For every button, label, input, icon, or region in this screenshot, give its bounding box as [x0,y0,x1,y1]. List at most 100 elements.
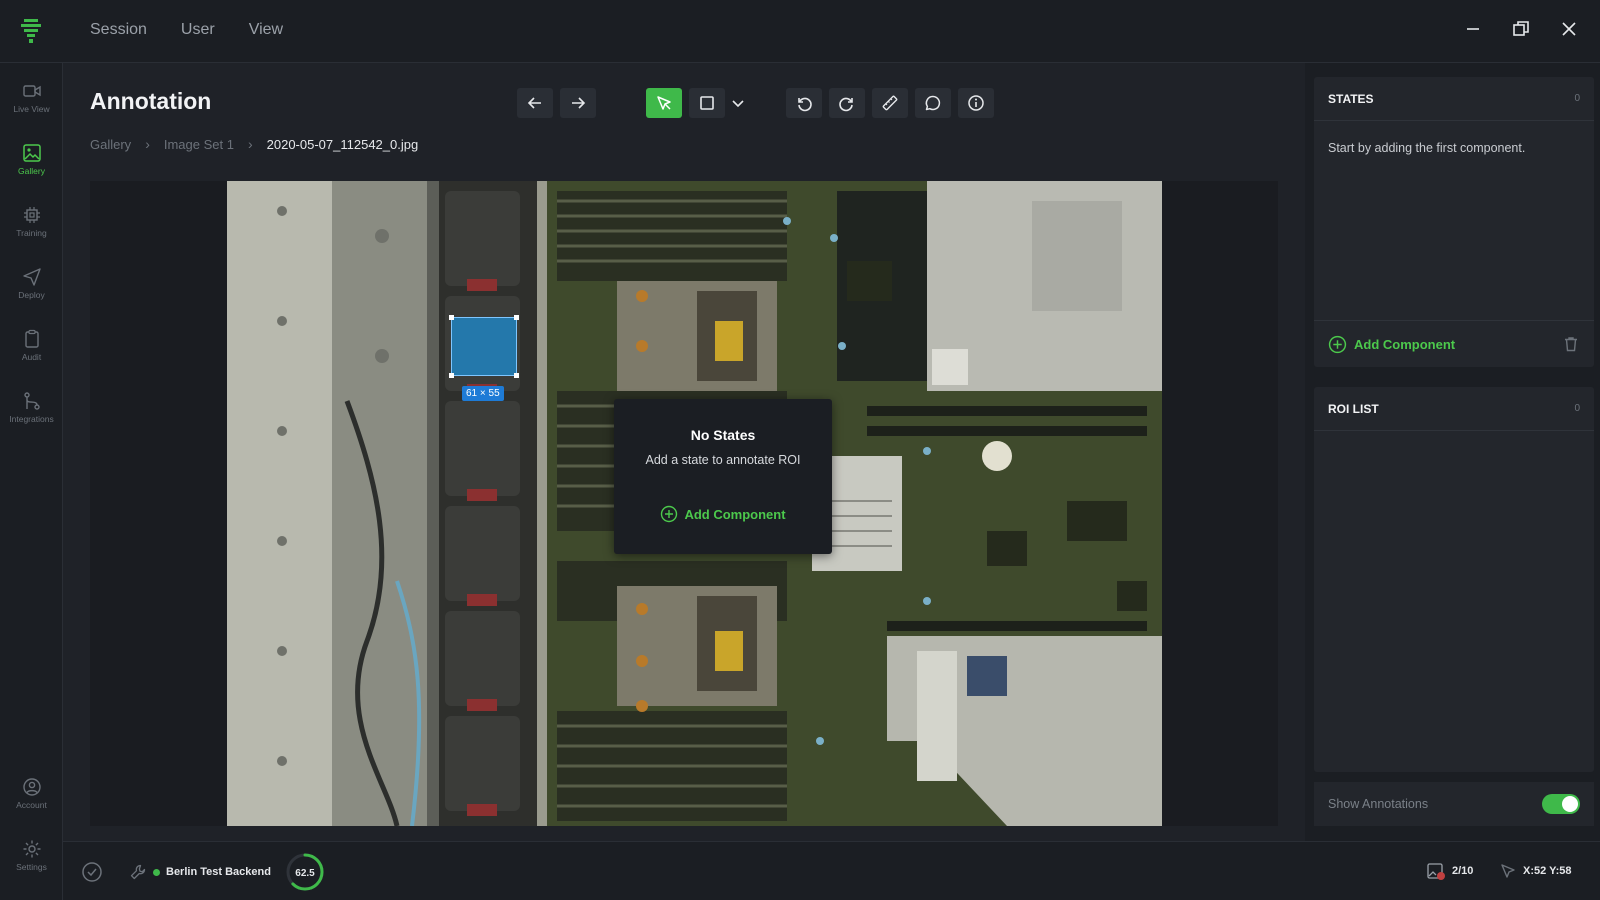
cursor-coordinates: X:52 Y:58 [1499,862,1572,880]
breadcrumb-image-set[interactable]: Image Set 1 [164,137,234,152]
backend-name: Berlin Test Backend [166,866,271,878]
chevron-right-icon: › [247,136,253,152]
sidebar-item-audit[interactable]: Audit [0,315,63,371]
toggle-knob [1562,796,1578,812]
sidebar-item-label: Settings [16,862,47,872]
add-component-label: Add Component [1354,336,1456,352]
show-annotations-row: Show Annotations [1314,782,1594,826]
popup-add-component-label: Add Component [684,506,786,522]
no-states-popup: No States Add a state to annotate ROI Ad… [614,399,832,554]
breadcrumb: Gallery › Image Set 1 › 2020-05-07_11254… [90,136,418,152]
resize-handle[interactable] [449,315,454,320]
ruler-icon [882,95,898,111]
resize-handle[interactable] [514,373,519,378]
gear-icon [23,840,40,858]
states-title: STATES [1328,91,1374,106]
roi-list-card: ROI LIST 0 [1314,387,1594,772]
arrow-right-icon [572,97,586,109]
restore-button[interactable] [1510,18,1532,40]
page-title: Annotation [90,88,212,114]
sidebar-item-label: Deploy [18,290,45,300]
image-counter: 2/10 [1426,861,1473,881]
no-states-title: No States [690,427,756,443]
comment-button[interactable] [915,88,951,118]
roi-list-count: 0 [1574,403,1580,414]
connection-dot [153,868,160,876]
show-annotations-label: Show Annotations [1328,797,1429,811]
roi-size-label: 61 × 55 [462,386,504,401]
trash-icon[interactable] [1562,335,1580,353]
sidebar-item-live-view[interactable]: Live View [0,67,63,123]
score-gauge: 62.5 [285,852,325,892]
no-states-subtitle: Add a state to annotate ROI [645,453,801,467]
send-icon [22,268,41,286]
annotation-workspace: Annotation Gallery › Image Set 1 › 2020-… [63,63,1305,841]
roi-list-header: ROI LIST 0 [1314,387,1594,431]
menu-session[interactable]: Session [90,21,147,39]
top-bar: Session User View [0,0,1600,63]
redo-button[interactable] [829,88,865,118]
image-icon [22,144,41,162]
select-tool-button[interactable] [646,88,682,118]
states-footer: Add Component [1314,320,1594,367]
image-warning-icon [1427,863,1445,880]
sidebar-item-training[interactable]: Training [0,191,63,247]
breadcrumb-file: 2020-05-07_112542_0.jpg [266,136,419,152]
redo-icon [839,97,853,112]
menu-view[interactable]: View [249,21,283,39]
chip-icon [23,207,40,223]
states-header: STATES 0 [1314,77,1594,121]
sidebar: Live View Gallery Training Deploy Audit … [0,63,63,900]
minimize-button[interactable] [1462,18,1484,40]
image-counter-text: 2/10 [1452,865,1474,877]
previous-image-button[interactable] [517,88,553,118]
square-icon [700,96,714,110]
sidebar-item-deploy[interactable]: Deploy [0,253,63,309]
gauge-value: 62.5 [295,868,315,879]
git-icon [23,392,40,410]
show-annotations-toggle[interactable] [1542,794,1580,814]
logo-icon [21,19,41,43]
undo-button[interactable] [786,88,822,118]
close-button[interactable] [1558,18,1580,40]
sidebar-item-label: Training [16,228,47,238]
nav-toolbar [517,88,603,118]
resize-handle[interactable] [449,373,454,378]
info-button[interactable] [958,88,994,118]
arrow-left-icon [527,97,541,109]
states-count: 0 [1574,93,1580,104]
menu-user[interactable]: User [181,21,215,39]
add-component-button[interactable]: Add Component [1328,335,1455,354]
sidebar-item-label: Gallery [18,166,45,176]
coords-text: X:52 Y:58 [1523,865,1572,877]
sidebar-item-settings[interactable]: Settings [0,825,63,881]
sidebar-item-label: Audit [21,352,42,362]
breadcrumb-gallery[interactable]: Gallery [90,137,131,152]
resize-handle[interactable] [514,315,519,320]
popup-add-component-button[interactable]: Add Component [660,505,786,523]
status-check[interactable] [81,861,103,883]
video-camera-icon [22,85,41,97]
roi-box[interactable] [449,315,519,378]
sidebar-item-gallery[interactable]: Gallery [0,129,63,185]
info-icon [968,95,984,111]
minimize-icon [1467,28,1479,30]
edit-toolbar [786,88,1001,118]
window-controls [1462,18,1580,40]
shape-dropdown-button[interactable] [725,88,751,118]
measure-button[interactable] [872,88,908,118]
sidebar-item-integrations[interactable]: Integrations [0,377,63,433]
chevron-down-icon [732,100,744,108]
sidebar-item-account[interactable]: Account [0,763,63,819]
next-image-button[interactable] [560,88,596,118]
comment-icon [925,95,941,111]
undo-icon [798,97,812,112]
sidebar-item-label: Account [16,800,47,810]
roi-list-title: ROI LIST [1328,401,1379,416]
cursor-icon [657,96,671,110]
chevron-right-icon: › [145,136,150,152]
main-menu: Session User View [90,21,283,39]
backend-status[interactable]: Berlin Test Backend [129,863,271,881]
rectangle-tool-button[interactable] [689,88,725,118]
tool-toolbar [646,88,758,118]
